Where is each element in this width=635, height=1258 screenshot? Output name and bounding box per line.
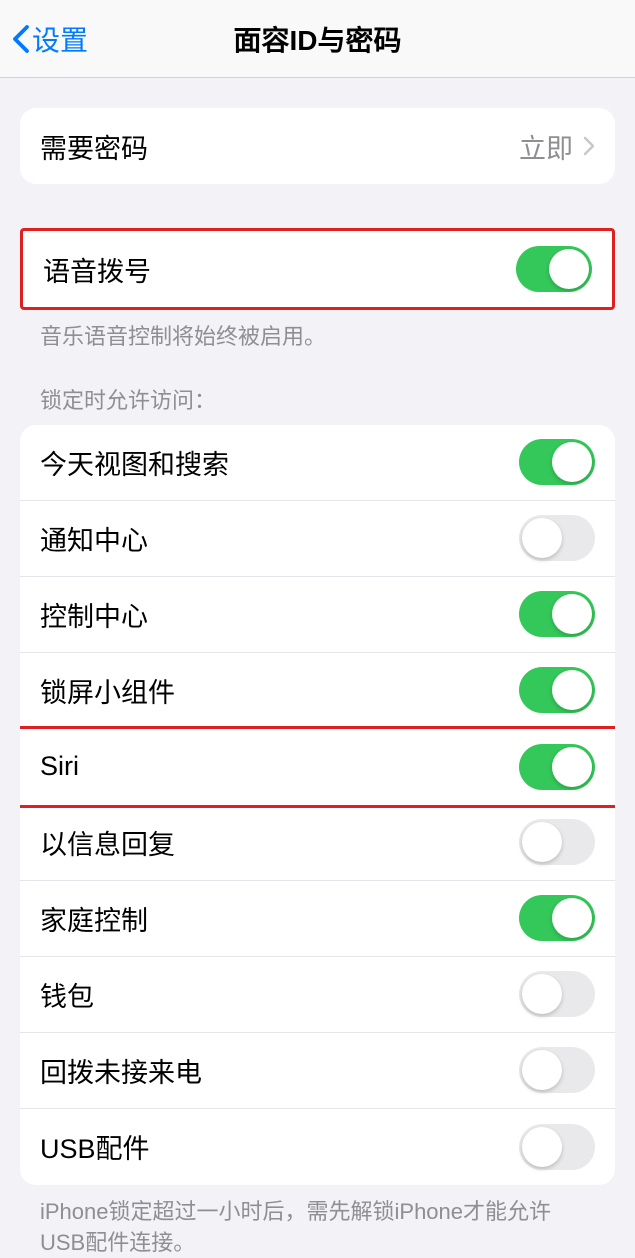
row-label: 控制中心 [40,595,148,634]
row-locked-item: Siri [20,726,615,808]
toggle-locked-item[interactable] [519,744,595,790]
row-label: 语音拨号 [43,250,151,289]
page-title: 面容ID与密码 [0,19,635,59]
row-locked-item: 控制中心 [20,577,615,653]
row-locked-item: USB配件 [20,1109,615,1185]
row-label: 回拨未接来电 [40,1051,202,1090]
row-label: Siri [40,751,79,782]
toggle-voice-dial[interactable] [516,246,592,292]
toggle-locked-item[interactable] [519,439,595,485]
group-passcode: 需要密码 立即 [20,108,615,184]
row-label: 今天视图和搜索 [40,443,229,482]
chevron-right-icon [583,136,595,156]
row-locked-item: 今天视图和搜索 [20,425,615,501]
toggle-locked-item[interactable] [519,819,595,865]
toggle-locked-item[interactable] [519,1124,595,1170]
toggle-locked-item[interactable] [519,1047,595,1093]
row-require-passcode[interactable]: 需要密码 立即 [20,108,615,184]
row-label: 家庭控制 [40,899,148,938]
toggle-locked-item[interactable] [519,895,595,941]
toggle-locked-item[interactable] [519,591,595,637]
row-label: 锁屏小组件 [40,671,175,710]
row-label: 需要密码 [40,127,148,166]
row-label: 钱包 [40,975,94,1014]
row-locked-item: 以信息回复 [20,805,615,881]
row-label: 通知中心 [40,519,148,558]
row-voice-dial: 语音拨号 [23,231,612,307]
back-button[interactable]: 设置 [0,19,88,59]
chevron-left-icon [12,24,30,54]
row-locked-item: 家庭控制 [20,881,615,957]
row-locked-item: 锁屏小组件 [20,653,615,729]
toggle-locked-item[interactable] [519,971,595,1017]
caption-locked-access: iPhone锁定超过一小时后，需先解锁iPhone才能允许USB配件连接。 [20,1185,615,1258]
group-locked-access: 今天视图和搜索通知中心控制中心锁屏小组件 Siri 以信息回复家庭控制钱包回拨未接来… [20,425,615,1185]
row-locked-item: 回拨未接来电 [20,1033,615,1109]
toggle-locked-item[interactable] [519,667,595,713]
row-locked-item: 钱包 [20,957,615,1033]
back-label: 设置 [32,19,88,59]
row-label: USB配件 [40,1127,150,1166]
toggle-locked-item[interactable] [519,515,595,561]
group-voice-dial: 语音拨号 [20,228,615,310]
section-header-locked-access: 锁定时允许访问： [20,383,615,425]
row-locked-item: 通知中心 [20,501,615,577]
nav-header: 设置 面容ID与密码 [0,0,635,78]
row-value: 立即 [519,127,573,166]
row-label: 以信息回复 [40,823,175,862]
caption-voice-dial: 音乐语音控制将始终被启用。 [20,310,615,353]
